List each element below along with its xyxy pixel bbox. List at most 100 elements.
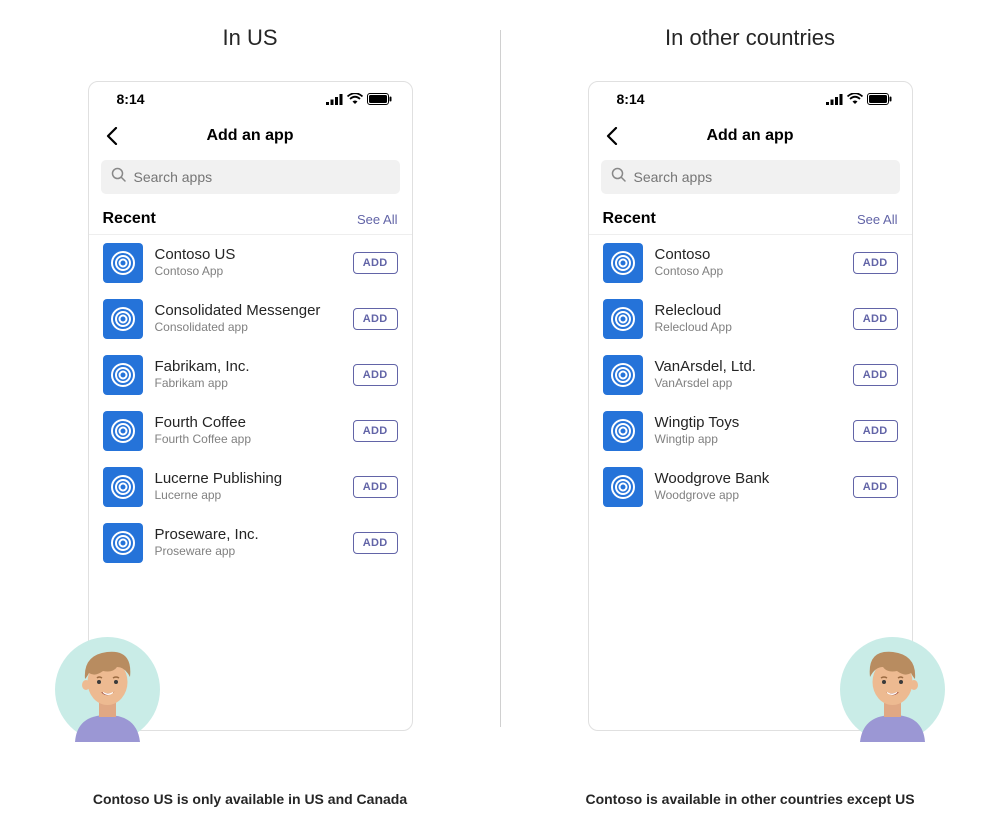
panel-other: In other countries 8:14 Add an app bbox=[500, 0, 1000, 837]
panel-title-other: In other countries bbox=[665, 25, 835, 51]
app-icon bbox=[103, 243, 143, 283]
app-subtitle: Consolidated app bbox=[155, 320, 341, 336]
search-input[interactable] bbox=[634, 169, 890, 185]
app-title: Fourth Coffee bbox=[155, 414, 341, 432]
section-header: Recent See All bbox=[589, 202, 912, 234]
app-text: Fourth CoffeeFourth Coffee app bbox=[155, 414, 341, 448]
add-button[interactable]: ADD bbox=[853, 420, 898, 442]
search-box[interactable] bbox=[601, 160, 900, 194]
app-text: Wingtip ToysWingtip app bbox=[655, 414, 841, 448]
app-row[interactable]: Consolidated MessengerConsolidated app AD… bbox=[89, 291, 412, 347]
app-list-other: ContosoContoso AppADDRelecloudRelecloud … bbox=[589, 234, 912, 515]
app-text: Contoso USContoso App bbox=[155, 246, 341, 280]
app-row[interactable]: Proseware, Inc.Proseware app ADD bbox=[89, 515, 412, 571]
app-text: ContosoContoso App bbox=[655, 246, 841, 280]
app-subtitle: Fourth Coffee app bbox=[155, 432, 341, 448]
app-text: RelecloudRelecloud App bbox=[655, 302, 841, 336]
app-title: Contoso US bbox=[155, 246, 341, 264]
app-subtitle: Contoso App bbox=[655, 264, 841, 280]
wifi-icon bbox=[347, 93, 363, 105]
signal-icon bbox=[826, 94, 843, 105]
status-time: 8:14 bbox=[617, 91, 645, 107]
app-icon bbox=[603, 299, 643, 339]
add-button[interactable]: ADD bbox=[353, 420, 398, 442]
back-button[interactable] bbox=[601, 125, 623, 147]
app-row[interactable]: RelecloudRelecloud App ADD bbox=[589, 291, 912, 347]
app-row[interactable]: Fourth CoffeeFourth Coffee app ADD bbox=[89, 403, 412, 459]
app-text: VanArsdel, Ltd.VanArsdel app bbox=[655, 358, 841, 392]
search-container bbox=[89, 156, 412, 202]
search-input[interactable] bbox=[134, 169, 390, 185]
panel-us: In US 8:14 Add an app bbox=[0, 0, 500, 837]
app-icon bbox=[103, 467, 143, 507]
phone-other: 8:14 Add an app Rec bbox=[588, 81, 913, 731]
add-button[interactable]: ADD bbox=[853, 252, 898, 274]
see-all-link[interactable]: See All bbox=[857, 212, 897, 227]
app-subtitle: VanArsdel app bbox=[655, 376, 841, 392]
add-button[interactable]: ADD bbox=[353, 364, 398, 386]
app-row[interactable]: Lucerne PublishingLucerne app ADD bbox=[89, 459, 412, 515]
app-subtitle: Fabrikam app bbox=[155, 376, 341, 392]
status-bar: 8:14 bbox=[589, 82, 912, 116]
see-all-link[interactable]: See All bbox=[357, 212, 397, 227]
status-indicators bbox=[326, 93, 392, 105]
app-icon bbox=[603, 467, 643, 507]
app-icon bbox=[603, 411, 643, 451]
add-button[interactable]: ADD bbox=[853, 308, 898, 330]
app-subtitle: Wingtip app bbox=[655, 432, 841, 448]
signal-icon bbox=[326, 94, 343, 105]
app-icon bbox=[103, 355, 143, 395]
app-title: Fabrikam, Inc. bbox=[155, 358, 341, 376]
app-title: Relecloud bbox=[655, 302, 841, 320]
app-row[interactable]: Woodgrove BankWoodgrove app ADD bbox=[589, 459, 912, 515]
status-indicators bbox=[826, 93, 892, 105]
app-title: VanArsdel, Ltd. bbox=[655, 358, 841, 376]
caption-us: Contoso US is only available in US and C… bbox=[0, 791, 500, 807]
app-row[interactable]: ContosoContoso App ADD bbox=[589, 235, 912, 291]
status-bar: 8:14 bbox=[89, 82, 412, 116]
add-button[interactable]: ADD bbox=[353, 532, 398, 554]
caption-other: Contoso is available in other countries … bbox=[500, 791, 1000, 807]
nav-title: Add an app bbox=[589, 127, 912, 145]
app-subtitle: Lucerne app bbox=[155, 488, 341, 504]
app-icon bbox=[103, 411, 143, 451]
nav-title: Add an app bbox=[89, 127, 412, 145]
search-box[interactable] bbox=[101, 160, 400, 194]
app-text: Lucerne PublishingLucerne app bbox=[155, 470, 341, 504]
app-row[interactable]: Fabrikam, Inc.Fabrikam app ADD bbox=[89, 347, 412, 403]
app-icon bbox=[103, 523, 143, 563]
app-text: Fabrikam, Inc.Fabrikam app bbox=[155, 358, 341, 392]
app-title: Proseware, Inc. bbox=[155, 526, 341, 544]
app-text: Proseware, Inc.Proseware app bbox=[155, 526, 341, 560]
app-title: Woodgrove Bank bbox=[655, 470, 841, 488]
app-title: Wingtip Toys bbox=[655, 414, 841, 432]
section-header: Recent See All bbox=[89, 202, 412, 234]
add-button[interactable]: ADD bbox=[353, 308, 398, 330]
add-button[interactable]: ADD bbox=[853, 364, 898, 386]
app-icon bbox=[603, 355, 643, 395]
add-button[interactable]: ADD bbox=[853, 476, 898, 498]
app-title: Consolidated Messenger bbox=[155, 302, 341, 320]
battery-icon bbox=[367, 93, 392, 105]
avatar-illustration bbox=[840, 637, 945, 742]
app-list-us: Contoso USContoso AppADDConsolidated Mes… bbox=[89, 234, 412, 571]
add-button[interactable]: ADD bbox=[353, 476, 398, 498]
app-subtitle: Contoso App bbox=[155, 264, 341, 280]
wifi-icon bbox=[847, 93, 863, 105]
phone-us: 8:14 Add an app Rec bbox=[88, 81, 413, 731]
back-button[interactable] bbox=[101, 125, 123, 147]
app-row[interactable]: VanArsdel, Ltd.VanArsdel app ADD bbox=[589, 347, 912, 403]
section-title: Recent bbox=[103, 210, 156, 228]
app-row[interactable]: Wingtip ToysWingtip app ADD bbox=[589, 403, 912, 459]
app-icon bbox=[603, 243, 643, 283]
battery-icon bbox=[867, 93, 892, 105]
app-text: Consolidated MessengerConsolidated app bbox=[155, 302, 341, 336]
nav-bar: Add an app bbox=[89, 116, 412, 156]
app-icon bbox=[103, 299, 143, 339]
app-row[interactable]: Contoso USContoso App ADD bbox=[89, 235, 412, 291]
app-subtitle: Woodgrove app bbox=[655, 488, 841, 504]
avatar-illustration bbox=[55, 637, 160, 742]
app-title: Lucerne Publishing bbox=[155, 470, 341, 488]
section-title: Recent bbox=[603, 210, 656, 228]
add-button[interactable]: ADD bbox=[353, 252, 398, 274]
